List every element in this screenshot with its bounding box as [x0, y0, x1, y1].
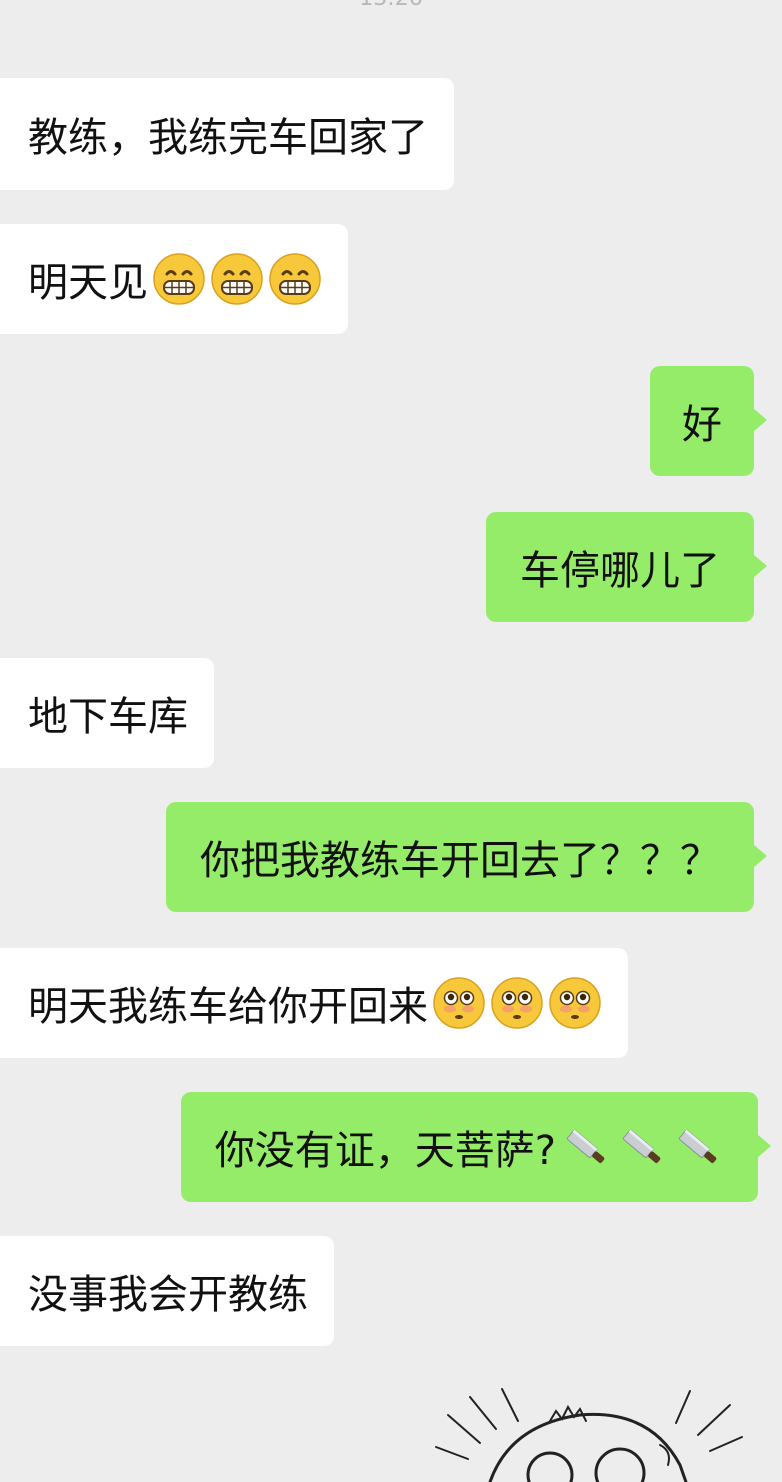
message-text: 明天见	[28, 260, 148, 306]
message-text: 地下车库	[28, 694, 188, 740]
message-text: 明天我练车给你开回来	[28, 984, 428, 1030]
message-bubble-incoming[interactable]: 教练，我练完车回家了	[0, 78, 454, 190]
flushed-face-icon	[432, 976, 486, 1030]
flushed-face-icon	[490, 976, 544, 1030]
message-bubble-outgoing[interactable]: 好	[650, 366, 767, 476]
grinning-face-icon	[210, 252, 264, 306]
message-bubble-incoming[interactable]: 明天我练车给你开回来	[0, 948, 628, 1058]
message-bubble-incoming[interactable]: 明天见	[0, 224, 348, 334]
message-bubble-incoming[interactable]: 地下车库	[0, 658, 214, 768]
message-text: 你没有证，天菩萨?	[214, 1128, 556, 1174]
message-bubble-outgoing[interactable]: 车停哪儿了	[486, 512, 767, 622]
message-text: 没事我会开教练	[28, 1272, 308, 1318]
grinning-face-icon	[152, 252, 206, 306]
kitchen-knife-icon	[616, 1121, 668, 1173]
message-text: 好	[682, 402, 722, 448]
kitchen-knife-icon	[672, 1121, 724, 1173]
message-text: 你把我教练车开回去了？？？	[200, 838, 720, 884]
message-text: 车停哪儿了	[520, 548, 720, 594]
message-text: 教练，我练完车回家了	[28, 115, 428, 161]
flushed-face-icon	[548, 976, 602, 1030]
message-bubble-incoming[interactable]: 没事我会开教练	[0, 1236, 334, 1346]
chat-timestamp: 13:26	[0, 0, 782, 11]
grinning-face-icon	[268, 252, 322, 306]
message-bubble-outgoing[interactable]: 你没有证，天菩萨?	[180, 1092, 772, 1202]
shocked-face-sticker-icon[interactable]	[430, 1385, 750, 1482]
message-bubble-outgoing[interactable]: 你把我教练车开回去了？？？	[166, 802, 767, 912]
kitchen-knife-icon	[560, 1121, 612, 1173]
